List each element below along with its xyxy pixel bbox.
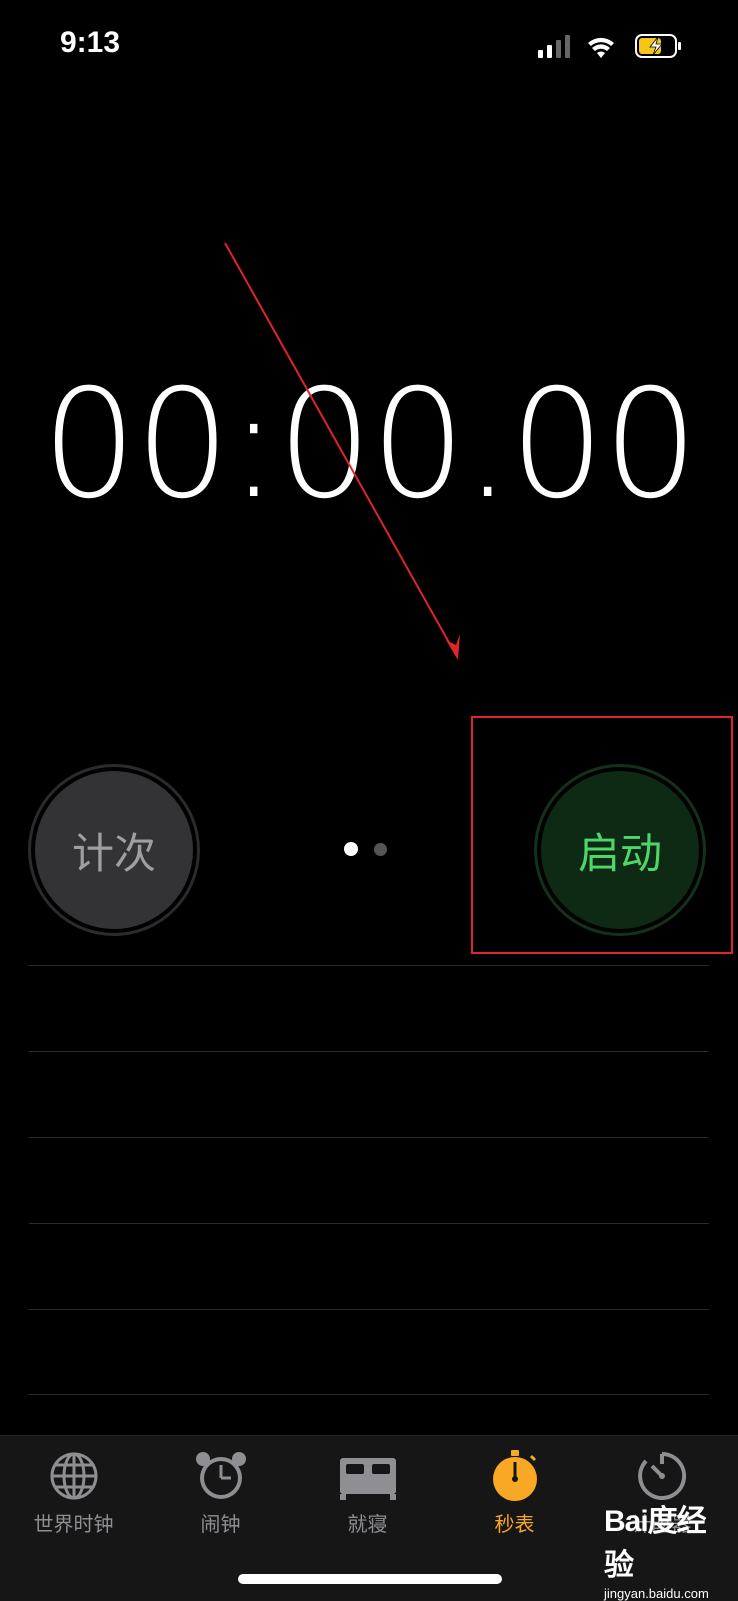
status-icons [538,34,681,58]
tab-bedtime[interactable]: 就寝 [294,1436,441,1546]
lap-row [29,1223,709,1309]
stopwatch-display: 00:00.00 [0,345,738,545]
page-indicator[interactable] [344,842,394,856]
tab-label: 秒表 [494,1512,535,1536]
lap-row [29,1137,709,1223]
bed-icon [340,1458,396,1500]
tab-alarm[interactable]: 闹钟 [147,1436,294,1546]
lap-row [29,965,709,1051]
lap-button-label: 计次 [71,828,156,878]
lap-button[interactable]: 计次 [35,771,193,929]
signal-icon [538,35,570,58]
tab-stopwatch[interactable]: 秒表 [441,1436,588,1546]
timer-hundredths: 00 [509,358,699,532]
baidu-watermark: Bai度经验 jingyan.baidu.com [604,1496,724,1601]
watermark-url: jingyan.baidu.com [604,1586,709,1601]
start-button-label: 启动 [577,828,662,878]
wifi-icon [588,37,614,58]
home-indicator[interactable] [238,1574,502,1584]
timer-icon [638,1451,687,1500]
page-dot-inactive[interactable] [374,843,387,856]
start-button[interactable]: 启动 [541,771,699,929]
tab-label: 闹钟 [200,1512,241,1536]
timer-seconds: 00 [276,358,466,532]
lap-list [29,965,709,1395]
globe-icon [50,1452,98,1500]
watermark-logo: Bai度经验 [604,1505,707,1582]
timer-separator-colon: : [228,358,279,532]
timer-separator-dot: . [463,358,512,532]
battery-icon [635,34,681,58]
timer-minutes: 00 [41,358,231,532]
lap-row [29,1309,709,1395]
tab-world-clock[interactable]: 世界时钟 [0,1436,147,1546]
status-bar: 9:13 [0,0,738,90]
tab-label: 世界时钟 [33,1512,114,1536]
lap-row [29,1051,709,1137]
alarm-clock-icon [196,1452,246,1499]
status-time: 9:13 [60,26,121,59]
page-dot-active[interactable] [344,842,358,856]
tab-label: 就寝 [347,1512,388,1536]
stopwatch-icon [493,1450,537,1501]
